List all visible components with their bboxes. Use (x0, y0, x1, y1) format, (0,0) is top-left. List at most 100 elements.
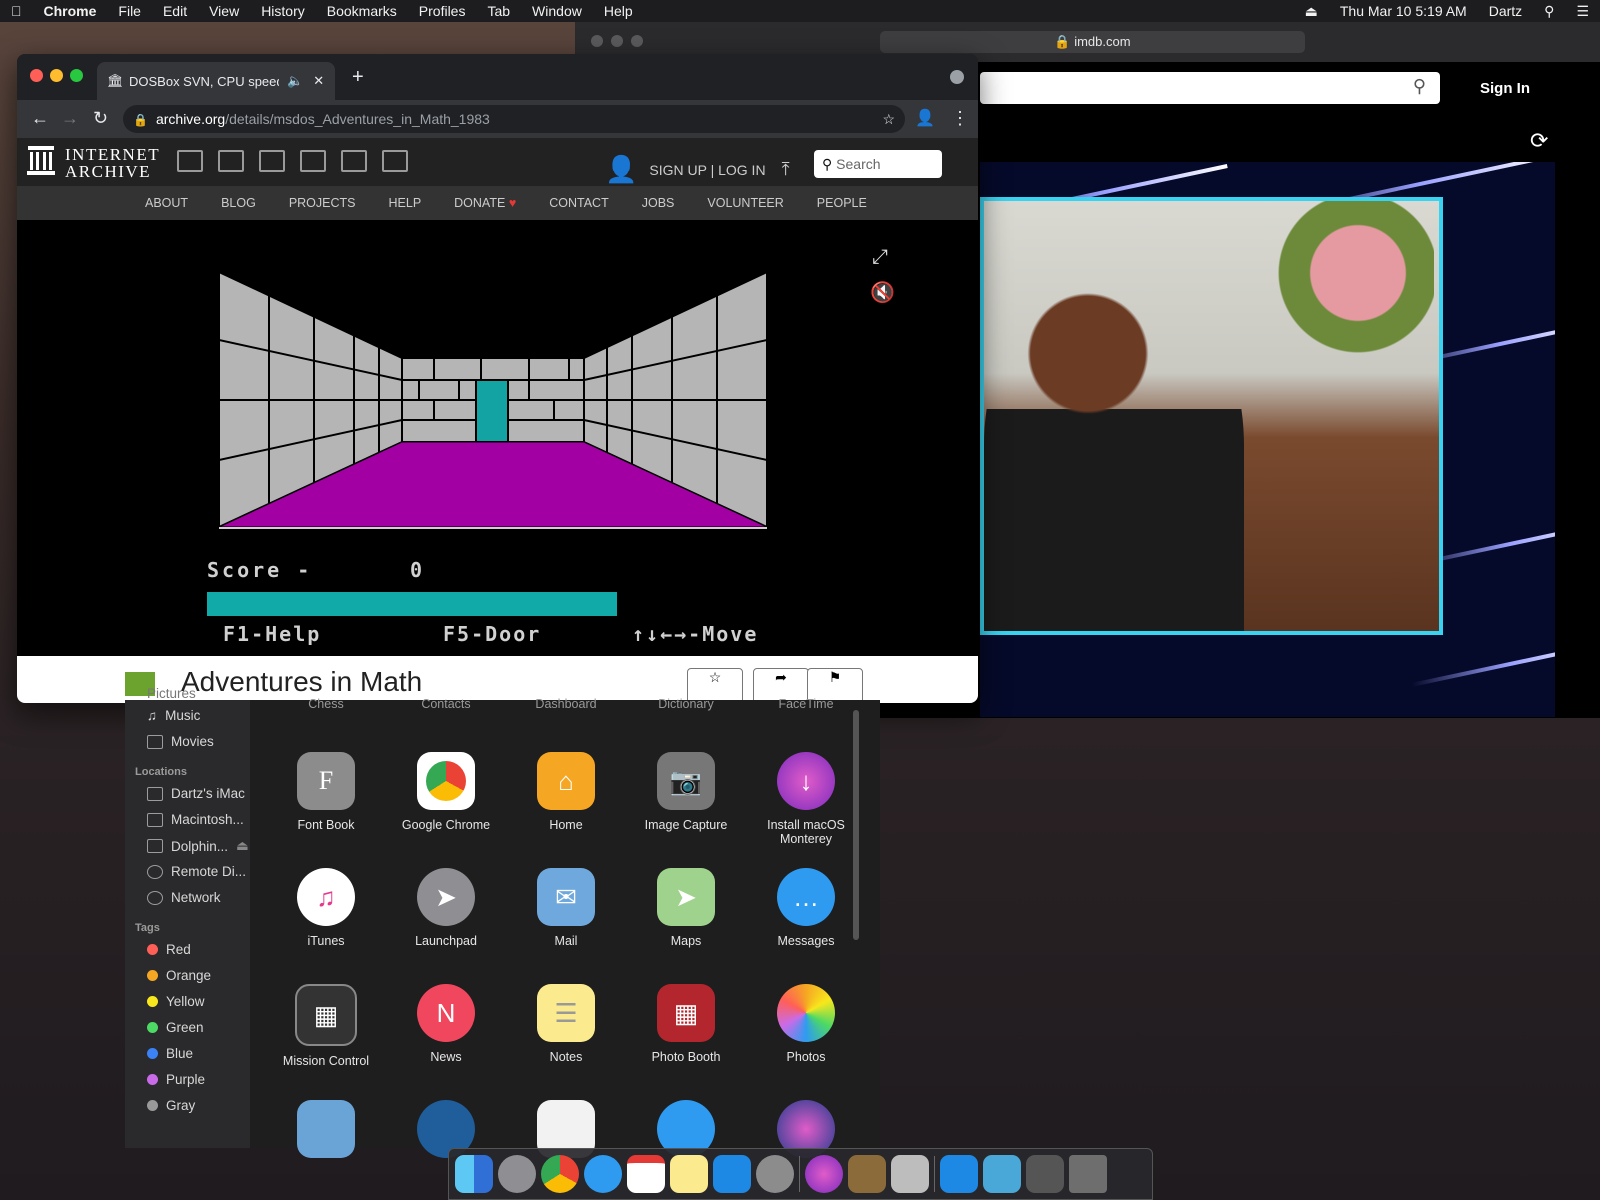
tag-red[interactable]: Red (147, 942, 191, 957)
menu-bookmarks[interactable]: Bookmarks (316, 0, 408, 22)
chess-icon[interactable] (848, 1155, 886, 1193)
app-install-macos[interactable]: ↓ Install macOS Monterey (746, 752, 866, 846)
menu-view[interactable]: View (198, 0, 250, 22)
mute-icon[interactable]: 🔇 (870, 280, 895, 305)
sidebar-item-macintosh-hd[interactable]: Macintosh... (147, 812, 244, 827)
app-font-book[interactable]: F Font Book (266, 752, 386, 832)
menu-app-name[interactable]: Chrome (33, 0, 108, 22)
app-photo-booth[interactable]: ▦ Photo Booth (626, 984, 746, 1064)
app-store-folder-icon[interactable] (940, 1155, 978, 1193)
nav-donate[interactable]: DONATE ♥ (454, 196, 516, 210)
app-launchpad[interactable]: ➤ Launchpad (386, 868, 506, 948)
audio-icon[interactable] (300, 150, 326, 172)
minimize-button[interactable] (50, 69, 63, 82)
app-mail[interactable]: ✉ Mail (506, 868, 626, 948)
app-news[interactable]: N News (386, 984, 506, 1064)
software-icon[interactable] (341, 150, 367, 172)
clock[interactable]: Thu Mar 10 5:19 AM (1329, 0, 1478, 22)
nav-jobs[interactable]: JOBS (642, 196, 675, 210)
app-home[interactable]: ⌂ Home (506, 752, 626, 832)
nav-about[interactable]: ABOUT (145, 196, 188, 210)
chrome-menu-icon[interactable]: ⋮ (951, 108, 969, 129)
launchpad-rocket-icon[interactable] (498, 1155, 536, 1193)
app-google-chrome[interactable]: Google Chrome (386, 752, 506, 832)
tag-blue[interactable]: Blue (147, 1046, 193, 1061)
scrollbar[interactable] (853, 710, 859, 940)
app-photos[interactable]: Photos (746, 984, 866, 1064)
sidebar-item-dolphin[interactable]: Dolphin... ⏏ (147, 838, 249, 854)
calendar-icon[interactable] (627, 1155, 665, 1193)
nav-blog[interactable]: BLOG (221, 196, 256, 210)
video-icon[interactable] (259, 150, 285, 172)
chrome-icon[interactable] (541, 1155, 579, 1193)
nav-help[interactable]: HELP (389, 196, 422, 210)
dosbox-emulator[interactable]: ⤢ 🔇 Score - 0 F1-Help F5-Door ↑↓←→-Move (17, 220, 978, 658)
texts-icon[interactable] (218, 150, 244, 172)
back-icon[interactable]: ← (31, 108, 49, 129)
menu-history[interactable]: History (250, 0, 316, 22)
profile-icon[interactable]: 👤 (915, 108, 935, 128)
fullscreen-icon[interactable]: ⤢ (872, 246, 888, 269)
sidebar-item-pictures[interactable]: Pictures (147, 686, 196, 701)
zoom-button[interactable] (631, 35, 643, 47)
bookmark-star-icon[interactable]: ☆ (882, 105, 895, 133)
web-icon[interactable] (177, 150, 203, 172)
menu-help[interactable]: Help (593, 0, 644, 22)
finder-icon[interactable] (455, 1155, 493, 1193)
user-name[interactable]: Dartz (1478, 0, 1533, 22)
close-tab-icon[interactable]: ✕ (313, 73, 324, 89)
sidebar-item-music[interactable]: ♫ Music (147, 708, 200, 723)
menu-profiles[interactable]: Profiles (408, 0, 477, 22)
sidebar-item-imac[interactable]: Dartz's iMac (147, 786, 245, 801)
sidebar-item-network[interactable]: Network (147, 890, 221, 905)
archive-search-input[interactable]: ⚲ Search (814, 150, 942, 178)
share-icon[interactable]: ⟳ (1530, 128, 1548, 154)
app-maps[interactable]: ➤ Maps (626, 868, 746, 948)
tag-purple[interactable]: Purple (147, 1072, 205, 1087)
app-image-capture[interactable]: 📷 Image Capture (626, 752, 746, 832)
tab-dosbox[interactable]: 🏛 DOSBox SVN, CPU speed: 🔈 ✕ (97, 62, 335, 100)
images-icon[interactable] (382, 150, 408, 172)
nav-contact[interactable]: CONTACT (549, 196, 609, 210)
spotlight-icon[interactable]: ⚲ (1533, 0, 1565, 22)
nav-projects[interactable]: PROJECTS (289, 196, 356, 210)
tag-gray[interactable]: Gray (147, 1098, 195, 1113)
downloads-folder-icon[interactable] (1026, 1155, 1064, 1193)
tab-search-icon[interactable] (950, 70, 964, 84)
sidebar-item-movies[interactable]: Movies (147, 734, 214, 749)
sidebar-item-remote-disc[interactable]: Remote Di... (147, 864, 246, 879)
menu-tab[interactable]: Tab (476, 0, 521, 22)
safari-url-bar[interactable]: 🔒 imdb.com (880, 31, 1305, 53)
notes-icon[interactable] (670, 1155, 708, 1193)
menu-window[interactable]: Window (521, 0, 593, 22)
trash-icon[interactable] (1069, 1155, 1107, 1193)
menu-edit[interactable]: Edit (152, 0, 198, 22)
app-itunes[interactable]: ♫ iTunes (266, 868, 386, 948)
reload-icon[interactable]: ↻ (93, 108, 108, 129)
safari-compass-icon[interactable] (584, 1155, 622, 1193)
upload-icon[interactable]: ⤒ (782, 159, 790, 180)
audio-playing-icon[interactable]: 🔈 (287, 73, 303, 89)
installer-icon[interactable] (805, 1155, 843, 1193)
system-preferences-gear-icon[interactable] (756, 1155, 794, 1193)
imdb-search-input[interactable]: ⚲ (980, 72, 1440, 104)
app-preview[interactable] (266, 1100, 386, 1166)
document-icon[interactable] (891, 1155, 929, 1193)
close-button[interactable] (30, 69, 43, 82)
new-tab-button[interactable]: + (352, 66, 364, 89)
app-messages[interactable]: … Messages (746, 868, 866, 948)
app-notes[interactable]: ☰ Notes (506, 984, 626, 1064)
tag-green[interactable]: Green (147, 1020, 204, 1035)
nav-people[interactable]: PEOPLE (817, 196, 867, 210)
login-area[interactable]: 👤 SIGN UP | LOG IN ⤒ (605, 154, 790, 185)
omnibox[interactable]: 🔒 archive.org/details/msdos_Adventures_in… (123, 105, 905, 133)
zoom-button[interactable] (70, 69, 83, 82)
video-player[interactable] (980, 162, 1555, 717)
sign-up-login-link[interactable]: SIGN UP | LOG IN (649, 162, 765, 178)
control-center-icon[interactable]: ☰ (1565, 0, 1600, 22)
app-store-icon[interactable] (713, 1155, 751, 1193)
minimize-button[interactable] (611, 35, 623, 47)
dolphin-icon[interactable] (983, 1155, 1021, 1193)
apple-menu-icon[interactable]:  (0, 0, 33, 22)
tag-orange[interactable]: Orange (147, 968, 211, 983)
